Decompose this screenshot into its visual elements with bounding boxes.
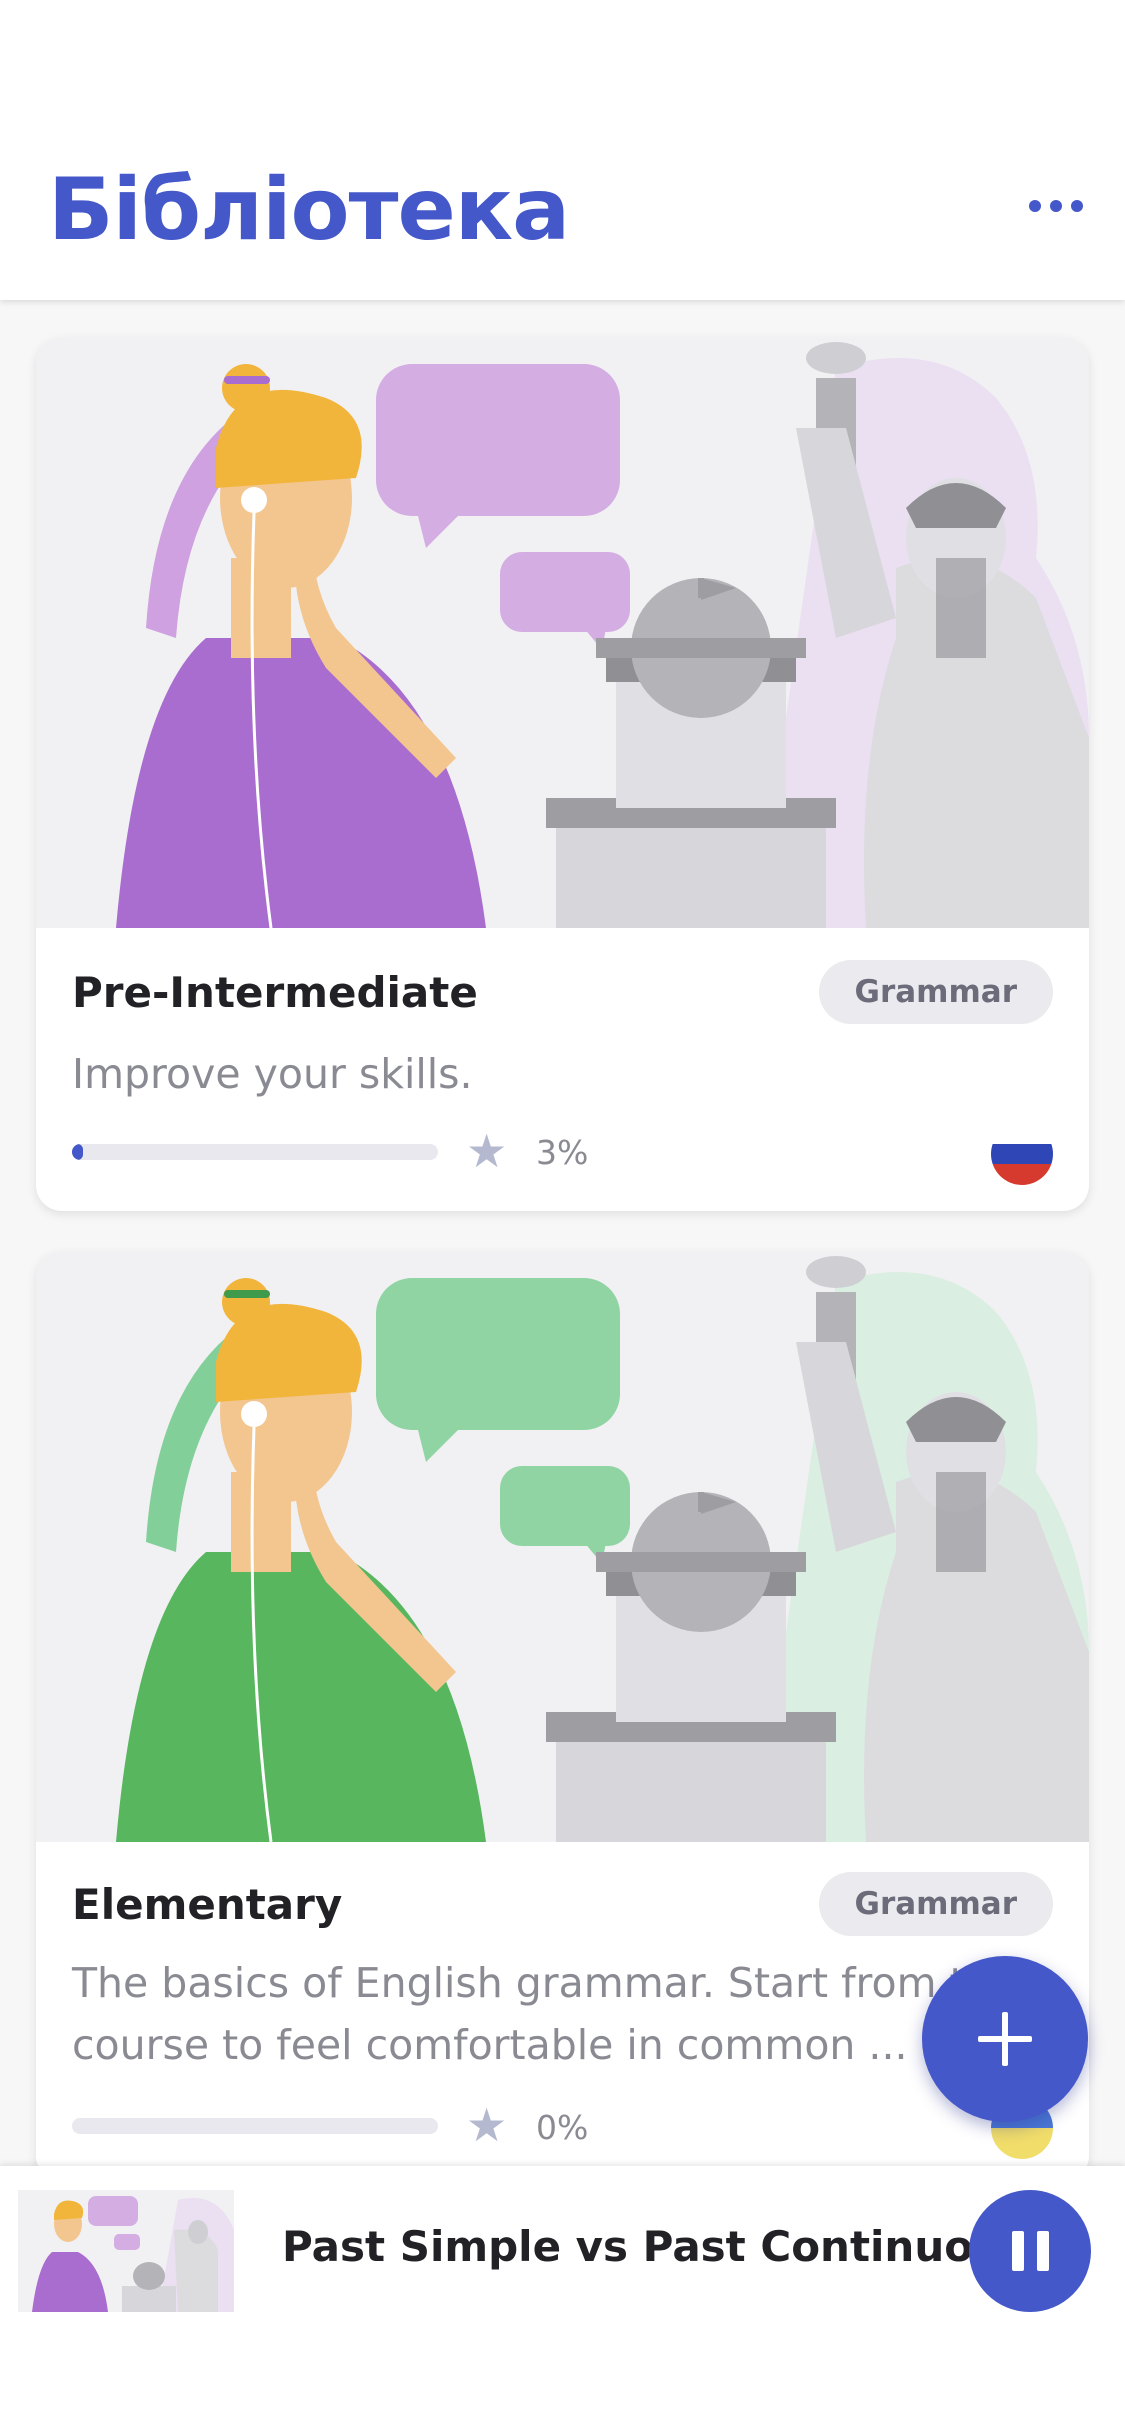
course-card-pre-intermediate[interactable]: Pre-Intermediate Grammar Improve your sk… [36, 338, 1089, 1211]
course-title: Pre-Intermediate [72, 968, 478, 1017]
progress-bar [72, 1144, 438, 1160]
star-icon: ★ [466, 1124, 508, 1178]
progress-percent: 3% [536, 1133, 589, 1172]
course-tag: Grammar [818, 1872, 1053, 1936]
page-title: Бібліотека [48, 160, 570, 260]
pause-button[interactable] [969, 2190, 1091, 2312]
pause-icon [1011, 2231, 1024, 2271]
now-playing-title: Past Simple vs Past Continuous [282, 2222, 1028, 2271]
course-illustration [36, 338, 1089, 928]
course-description: Improve your skills. [72, 1050, 473, 1098]
progress-fill [72, 1144, 83, 1160]
plus-icon [978, 2012, 1032, 2066]
more-horizontal-icon[interactable] [1029, 200, 1083, 212]
course-illustration [36, 1252, 1089, 1842]
russia-flag-icon [991, 1123, 1053, 1185]
progress-bar [72, 2118, 438, 2134]
course-description: The basics of English grammar. Start fro… [72, 1959, 1025, 2069]
progress-percent: 0% [536, 2108, 589, 2147]
add-course-button[interactable] [922, 1956, 1088, 2122]
star-icon: ★ [466, 2098, 508, 2152]
course-tag: Grammar [818, 960, 1053, 1024]
course-title: Elementary [72, 1880, 343, 1929]
top-bar: Бібліотека [0, 0, 1125, 300]
mini-player[interactable]: Past Simple vs Past Continuous [0, 2166, 1125, 2436]
lesson-thumbnail [18, 2190, 234, 2312]
